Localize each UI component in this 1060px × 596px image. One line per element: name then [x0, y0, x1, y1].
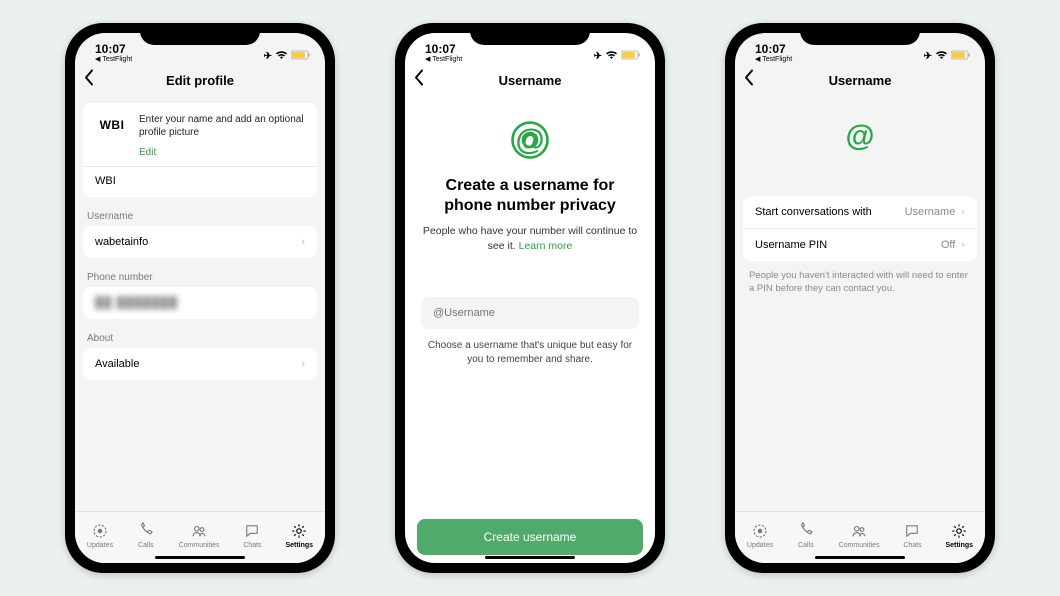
footer-note: People you haven't interacted with will …: [743, 261, 977, 296]
notch: [470, 23, 590, 45]
chevron-right-icon: ›: [301, 358, 305, 370]
phone-mockup-1: 10:07 ◀ TestFlight ✈ Edit profile WBI En…: [65, 23, 335, 573]
content: @ Start conversations with Username › Use…: [735, 97, 985, 511]
edit-photo-link[interactable]: Edit: [139, 147, 305, 158]
status-subtitle: ◀ TestFlight: [425, 56, 462, 63]
username-pin-row[interactable]: Username PIN Off ›: [743, 229, 977, 261]
about-label: About: [87, 333, 313, 344]
tab-updates[interactable]: Updates: [747, 522, 773, 549]
tab-communities[interactable]: Communities: [179, 522, 220, 549]
tab-settings[interactable]: Settings: [285, 522, 313, 549]
tab-updates[interactable]: Updates: [87, 522, 113, 549]
phone-label: Phone number: [87, 272, 313, 283]
phone-value: ██ ███████: [95, 297, 178, 309]
tab-chats[interactable]: Chats: [903, 522, 921, 549]
status-time: 10:07: [425, 43, 462, 55]
screen-edit-profile: 10:07 ◀ TestFlight ✈ Edit profile WBI En…: [75, 33, 325, 563]
wifi-icon: [935, 50, 948, 63]
home-indicator[interactable]: [155, 556, 245, 559]
chevron-right-icon: ›: [961, 239, 965, 251]
battery-icon: [621, 50, 641, 63]
row-label: Username PIN: [755, 239, 827, 251]
page-title: Username: [499, 73, 562, 88]
phone-mockup-3: 10:07 ◀ TestFlight ✈ Username @: [725, 23, 995, 573]
tab-settings[interactable]: Settings: [945, 522, 973, 549]
tab-communities[interactable]: Communities: [839, 522, 880, 549]
svg-text:@: @: [845, 120, 874, 153]
status-time: 10:07: [95, 43, 132, 55]
battery-icon: [951, 50, 971, 63]
chevron-right-icon: ›: [301, 236, 305, 248]
back-button[interactable]: [83, 69, 95, 92]
airplane-mode-icon: ✈: [594, 51, 602, 62]
tab-chats[interactable]: Chats: [243, 522, 261, 549]
sub-text: People who have your number will continu…: [421, 224, 639, 253]
status-time: 10:07: [755, 43, 792, 55]
wifi-icon: [605, 50, 618, 63]
battery-icon: [291, 50, 311, 63]
row-value: Off: [941, 239, 955, 251]
content: WBI Enter your name and add an optional …: [75, 97, 325, 511]
about-value: Available: [95, 358, 139, 370]
row-value: Username: [905, 206, 956, 218]
name-field[interactable]: WBI: [95, 167, 305, 187]
airplane-mode-icon: ✈: [264, 51, 272, 62]
wifi-icon: [275, 50, 288, 63]
create-username-button[interactable]: Create username: [417, 519, 643, 555]
username-input[interactable]: [421, 297, 639, 329]
nav-bar: Username: [735, 63, 985, 97]
tab-calls[interactable]: Calls: [137, 522, 155, 549]
at-sign-icon: @: [839, 115, 881, 162]
about-row[interactable]: Available ›: [83, 348, 317, 380]
username-hint: Choose a username that's unique but easy…: [421, 339, 639, 367]
status-subtitle: ◀ TestFlight: [755, 56, 792, 63]
phone-mockup-2: 10:07 ◀ TestFlight ✈ Username @ Create a…: [395, 23, 665, 573]
home-indicator[interactable]: [815, 556, 905, 559]
settings-list: Start conversations with Username › Usern…: [743, 196, 977, 261]
nav-bar: Edit profile: [75, 63, 325, 97]
phone-row[interactable]: ██ ███████: [83, 287, 317, 319]
status-subtitle: ◀ TestFlight: [95, 56, 132, 63]
notch: [800, 23, 920, 45]
notch: [140, 23, 260, 45]
at-sign-icon: @: [509, 119, 551, 166]
back-button[interactable]: [413, 69, 425, 92]
content: @ Create a username for phone number pri…: [405, 97, 655, 563]
chevron-right-icon: ›: [961, 206, 965, 218]
home-indicator[interactable]: [485, 556, 575, 559]
screen-username-settings: 10:07 ◀ TestFlight ✈ Username @: [735, 33, 985, 563]
svg-text:@: @: [515, 124, 544, 157]
profile-card: WBI Enter your name and add an optional …: [83, 103, 317, 197]
nav-bar: Username: [405, 63, 655, 97]
tab-calls[interactable]: Calls: [797, 522, 815, 549]
avatar[interactable]: WBI: [95, 115, 129, 135]
heading: Create a username for phone number priva…: [421, 176, 639, 216]
start-conversations-row[interactable]: Start conversations with Username ›: [743, 196, 977, 229]
username-value: wabetainfo: [95, 236, 148, 248]
page-title: Edit profile: [166, 73, 234, 88]
screen-create-username: 10:07 ◀ TestFlight ✈ Username @ Create a…: [405, 33, 655, 563]
row-label: Start conversations with: [755, 206, 872, 218]
profile-hint: Enter your name and add an optional prof…: [139, 113, 305, 139]
learn-more-link[interactable]: Learn more: [519, 240, 573, 252]
page-title: Username: [829, 73, 892, 88]
username-label: Username: [87, 211, 313, 222]
airplane-mode-icon: ✈: [924, 51, 932, 62]
back-button[interactable]: [743, 69, 755, 92]
username-row[interactable]: wabetainfo ›: [83, 226, 317, 258]
